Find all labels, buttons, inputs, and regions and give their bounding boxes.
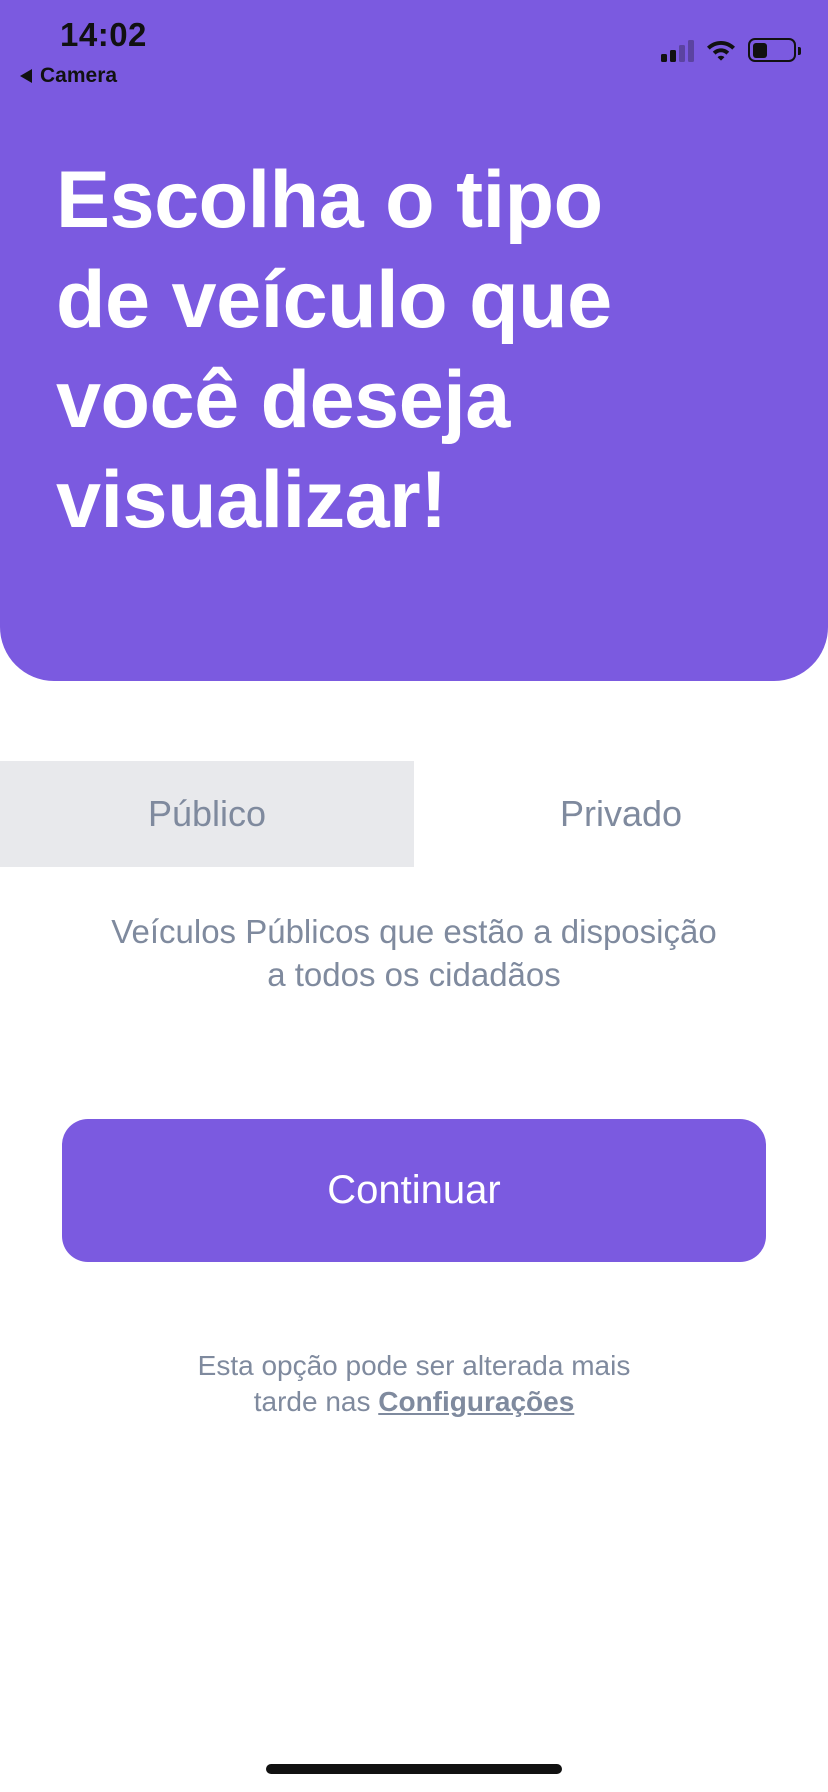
title-line: de veículo que <box>56 255 612 345</box>
vehicle-type-screen: 14:02 Camera Escolha o tipo de veículo q… <box>0 0 828 1792</box>
settings-footnote: Esta opção pode ser alterada mais tarde … <box>114 1348 714 1420</box>
tab-publico[interactable]: Público <box>0 761 414 867</box>
signal-icon <box>661 38 694 62</box>
tab-description: Veículos Públicos que estão a disposição… <box>60 910 768 996</box>
title-line: você deseja <box>56 355 510 445</box>
title-line: visualizar! <box>56 455 447 545</box>
settings-link[interactable]: Configurações <box>378 1386 574 1417</box>
header-panel: 14:02 Camera Escolha o tipo de veículo q… <box>0 0 828 681</box>
title-line: Escolha o tipo <box>56 155 603 245</box>
back-to-app-link[interactable]: Camera <box>20 62 117 90</box>
page-title: Escolha o tipo de veículo que você desej… <box>56 150 776 550</box>
footnote-line: Esta opção pode ser alterada mais <box>197 1350 631 1381</box>
back-app-label: Camera <box>40 64 118 87</box>
footnote-prefix: tarde nas <box>253 1386 379 1417</box>
continue-button[interactable]: Continuar <box>62 1119 766 1262</box>
description-line: Veículos Públicos que estão a disposição <box>111 913 717 950</box>
description-line: a todos os cidadãos <box>267 956 561 993</box>
status-icons <box>661 36 801 64</box>
home-indicator[interactable] <box>266 1764 562 1774</box>
battery-icon <box>748 38 801 62</box>
wifi-icon <box>707 41 735 61</box>
status-time: 14:02 <box>60 16 147 53</box>
tab-privado[interactable]: Privado <box>414 761 828 867</box>
vehicle-type-tabs: Público Privado <box>0 761 828 867</box>
back-caret-icon <box>20 69 32 83</box>
footnote-line-2: tarde nas Configurações <box>114 1384 714 1420</box>
